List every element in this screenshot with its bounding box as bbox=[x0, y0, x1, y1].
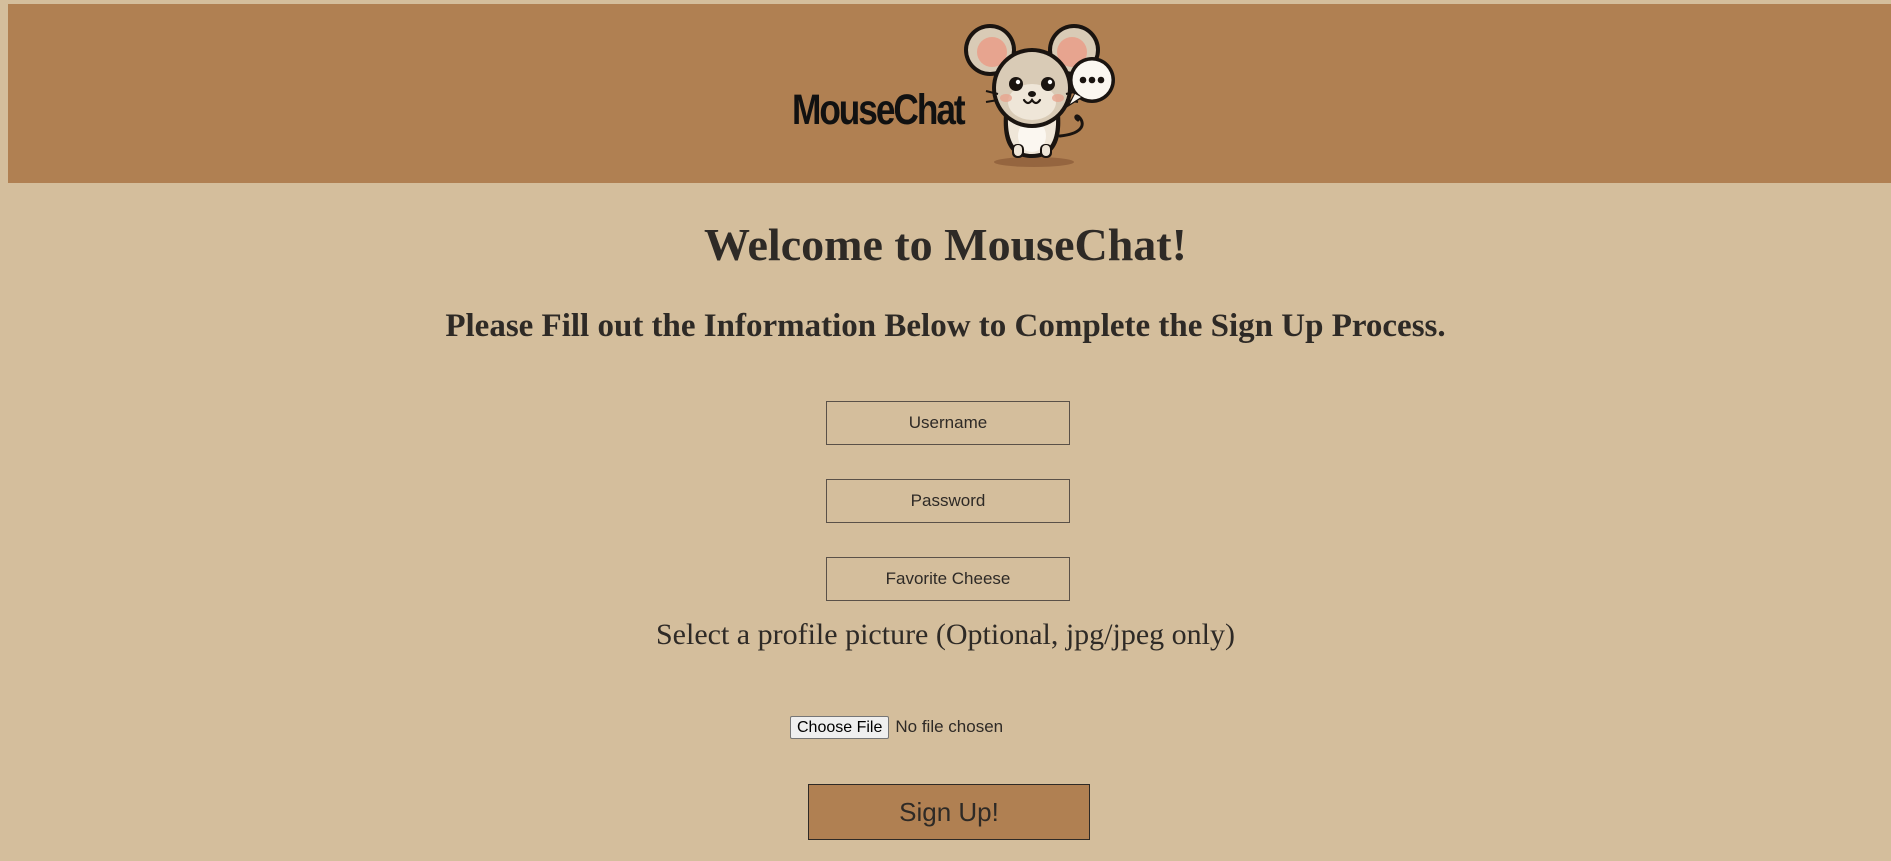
profile-picture-label: Select a profile picture (Optional, jpg/… bbox=[656, 618, 1235, 651]
favorite-cheese-input[interactable] bbox=[826, 557, 1070, 601]
page-subtitle: Please Fill out the Information Below to… bbox=[445, 308, 1446, 344]
mouse-chat-logo-icon bbox=[964, 24, 1115, 167]
brand-name: MouseChat bbox=[792, 86, 966, 134]
site-header: MouseChat bbox=[8, 4, 1891, 183]
brand[interactable]: MouseChat bbox=[784, 18, 1134, 168]
choose-file-button[interactable]: Choose File bbox=[790, 715, 890, 739]
sign-up-button[interactable]: Sign Up! bbox=[808, 784, 1090, 840]
file-status-text: No file chosen bbox=[895, 717, 1004, 736]
username-input[interactable] bbox=[826, 401, 1070, 445]
password-input[interactable] bbox=[826, 479, 1070, 523]
page-title: Welcome to MouseChat! bbox=[704, 219, 1187, 270]
profile-picture-file-input[interactable]: Choose File No file chosen bbox=[790, 715, 1003, 739]
